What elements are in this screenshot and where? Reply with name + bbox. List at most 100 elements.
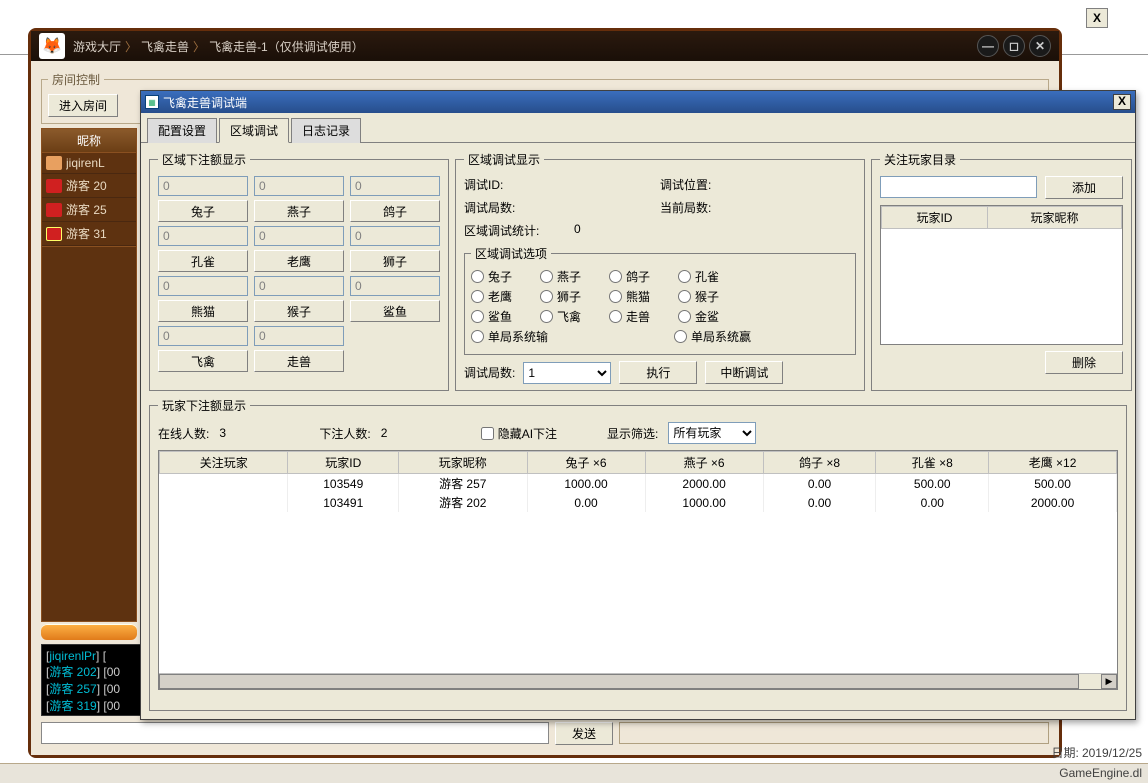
players-cell: 游客 257	[399, 474, 527, 494]
debug-rounds-select[interactable]: 1	[523, 362, 611, 384]
players-col-header[interactable]: 关注玩家	[160, 452, 288, 474]
players-col-header[interactable]: 玩家昵称	[399, 452, 527, 474]
player-row[interactable]: 游客 31	[42, 222, 136, 246]
enter-room-button[interactable]: 进入房间	[48, 94, 118, 117]
online-value: 3	[219, 426, 309, 440]
outer-close-button[interactable]: X	[1086, 8, 1108, 28]
main-titlebar: 🦊 游戏大厅 〉 飞禽走兽 〉 飞禽走兽-1（仅供调试使用） — ◻ ✕	[31, 31, 1059, 61]
animal-button[interactable]: 熊猫	[158, 300, 248, 322]
watch-delete-button[interactable]: 删除	[1045, 351, 1123, 374]
status-engine: GameEngine.dl	[1059, 766, 1142, 780]
gamepad-icon	[46, 203, 62, 217]
send-button[interactable]: 发送	[555, 722, 613, 745]
breadcrumb-sep: 〉	[125, 38, 137, 55]
players-cell: 1000.00	[645, 493, 763, 512]
animal-button[interactable]: 鸽子	[350, 200, 440, 222]
players-grid-hscroll[interactable]: ▶	[159, 673, 1117, 689]
players-row[interactable]: 103549游客 2571000.002000.000.00500.00500.…	[160, 474, 1117, 494]
players-col-header[interactable]: 燕子 ×6	[645, 452, 763, 474]
maximize-button[interactable]: ◻	[1003, 35, 1025, 57]
players-row[interactable]: 103491游客 2020.001000.000.000.002000.00	[160, 493, 1117, 512]
breadcrumb-2[interactable]: 飞禽走兽-1（仅供调试使用）	[209, 38, 364, 55]
bet-value-input	[254, 276, 344, 296]
players-col-header[interactable]: 鸽子 ×8	[763, 452, 876, 474]
dialog-close-button[interactable]: X	[1113, 94, 1131, 110]
dialog-titlebar[interactable]: ▦ 飞禽走兽调试端 X	[141, 91, 1135, 113]
animal-button[interactable]: 飞禽	[158, 350, 248, 372]
bet-value-input	[254, 226, 344, 246]
players-cell: 103549	[288, 474, 399, 494]
players-col-header[interactable]: 孔雀 ×8	[876, 452, 989, 474]
tab-log[interactable]: 日志记录	[291, 118, 361, 143]
animal-button[interactable]: 狮子	[350, 250, 440, 272]
animal-button[interactable]: 老鹰	[254, 250, 344, 272]
execute-button[interactable]: 执行	[619, 361, 697, 384]
debug-options-legend: 区域调试选项	[471, 245, 551, 262]
bet-value-input	[350, 176, 440, 196]
debug-option-radio[interactable]: 单局系统输	[471, 328, 548, 345]
debug-options-fieldset: 区域调试选项 兔子 燕子 鸽子 孔雀老鹰 狮子 熊猫 猴子鲨鱼 飞禽 走兽 金鲨单局系统输 单局系统…	[464, 245, 856, 355]
breadcrumb-sep: 〉	[193, 38, 205, 55]
watch-input[interactable]	[880, 176, 1037, 198]
debug-option-radio[interactable]: 老鹰	[471, 288, 512, 305]
debug-option-radio[interactable]: 猴子	[678, 288, 719, 305]
player-row[interactable]: jiqirenL	[42, 153, 136, 174]
watch-col-nick[interactable]: 玩家昵称	[987, 207, 1121, 229]
animal-button[interactable]: 走兽	[254, 350, 344, 372]
debug-rounds-label: 调试局数:	[464, 199, 554, 216]
players-col-header[interactable]: 兔子 ×6	[527, 452, 645, 474]
breadcrumb-0[interactable]: 游戏大厅	[73, 38, 121, 55]
player-row[interactable]: 游客 20	[42, 174, 136, 198]
stop-debug-button[interactable]: 中断调试	[705, 361, 783, 384]
debug-stat-label: 区域调试统计:	[464, 222, 574, 239]
hide-ai-checkbox[interactable]	[481, 427, 494, 440]
tab-config[interactable]: 配置设置	[147, 118, 217, 143]
debug-option-radio[interactable]: 金鲨	[678, 308, 719, 325]
bet-value-input	[158, 276, 248, 296]
debug-option-radio[interactable]: 燕子	[540, 268, 581, 285]
debug-option-radio[interactable]: 熊猫	[609, 288, 650, 305]
debug-option-radio[interactable]: 飞禽	[540, 308, 581, 325]
gamepad-icon	[46, 179, 62, 193]
players-col-header[interactable]: 玩家ID	[288, 452, 399, 474]
players-col-header[interactable]: 老鹰 ×12	[989, 452, 1117, 474]
chat-input[interactable]	[41, 722, 549, 744]
debug-option-radio[interactable]: 单局系统赢	[674, 328, 751, 345]
player-list: 昵称 jiqirenL游客 20游客 25游客 31	[41, 128, 137, 247]
minimize-button[interactable]: —	[977, 35, 999, 57]
players-cell: 2000.00	[645, 474, 763, 494]
current-round-label: 当前局数:	[660, 199, 750, 216]
room-control-legend: 房间控制	[48, 71, 104, 88]
close-button[interactable]: ✕	[1029, 35, 1051, 57]
debug-option-radio[interactable]: 走兽	[609, 308, 650, 325]
debug-option-radio[interactable]: 鲨鱼	[471, 308, 512, 325]
bet-display-legend: 区域下注额显示	[158, 151, 250, 168]
animal-button[interactable]: 燕子	[254, 200, 344, 222]
debug-option-radio[interactable]: 狮子	[540, 288, 581, 305]
players-cell: 1000.00	[527, 474, 645, 494]
player-list-scrollbar[interactable]	[41, 624, 137, 640]
players-bet-legend: 玩家下注额显示	[158, 397, 250, 414]
animal-button[interactable]: 孔雀	[158, 250, 248, 272]
animal-button[interactable]: 猴子	[254, 300, 344, 322]
animal-button[interactable]: 兔子	[158, 200, 248, 222]
players-cell: 0.00	[527, 493, 645, 512]
area-debug-legend: 区域调试显示	[464, 151, 544, 168]
watch-grid[interactable]: 玩家ID 玩家昵称	[880, 205, 1123, 345]
tab-area-debug[interactable]: 区域调试	[219, 118, 289, 143]
debug-option-radio[interactable]: 孔雀	[678, 268, 719, 285]
players-cell: 0.00	[763, 493, 876, 512]
players-grid[interactable]: 关注玩家玩家ID玩家昵称兔子 ×6燕子 ×6鸽子 ×8孔雀 ×8老鹰 ×12 1…	[158, 450, 1118, 690]
debug-dialog: ▦ 飞禽走兽调试端 X 配置设置 区域调试 日志记录 区域下注额显示 兔子燕子鸽…	[140, 90, 1136, 720]
animal-button[interactable]: 鲨鱼	[350, 300, 440, 322]
breadcrumb-1[interactable]: 飞禽走兽	[141, 38, 189, 55]
filter-select[interactable]: 所有玩家	[668, 422, 756, 444]
debug-option-radio[interactable]: 鸽子	[609, 268, 650, 285]
filter-label: 显示筛选:	[607, 425, 658, 442]
players-cell: 500.00	[989, 474, 1117, 494]
bet-value-input	[158, 226, 248, 246]
player-row[interactable]: 游客 25	[42, 198, 136, 222]
watch-col-id[interactable]: 玩家ID	[882, 207, 988, 229]
watch-add-button[interactable]: 添加	[1045, 176, 1123, 199]
debug-option-radio[interactable]: 兔子	[471, 268, 512, 285]
